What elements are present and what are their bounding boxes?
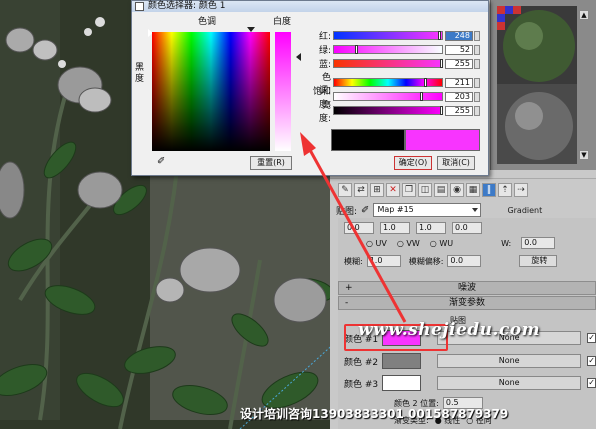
- watermark-text: www.shejiedu.com: [358, 320, 541, 340]
- footer-text: 设计培训咨询13903833301 001587879379: [240, 407, 509, 421]
- app-root: ▲ ▼ ✎ ⇄ ⊞ ✕ ❐ ◫ ▤ ◉ ▦ ‖ ⇡ ⇢ 贴图: ✐ Map #1…: [0, 0, 596, 429]
- annotation-arrow: [300, 132, 407, 323]
